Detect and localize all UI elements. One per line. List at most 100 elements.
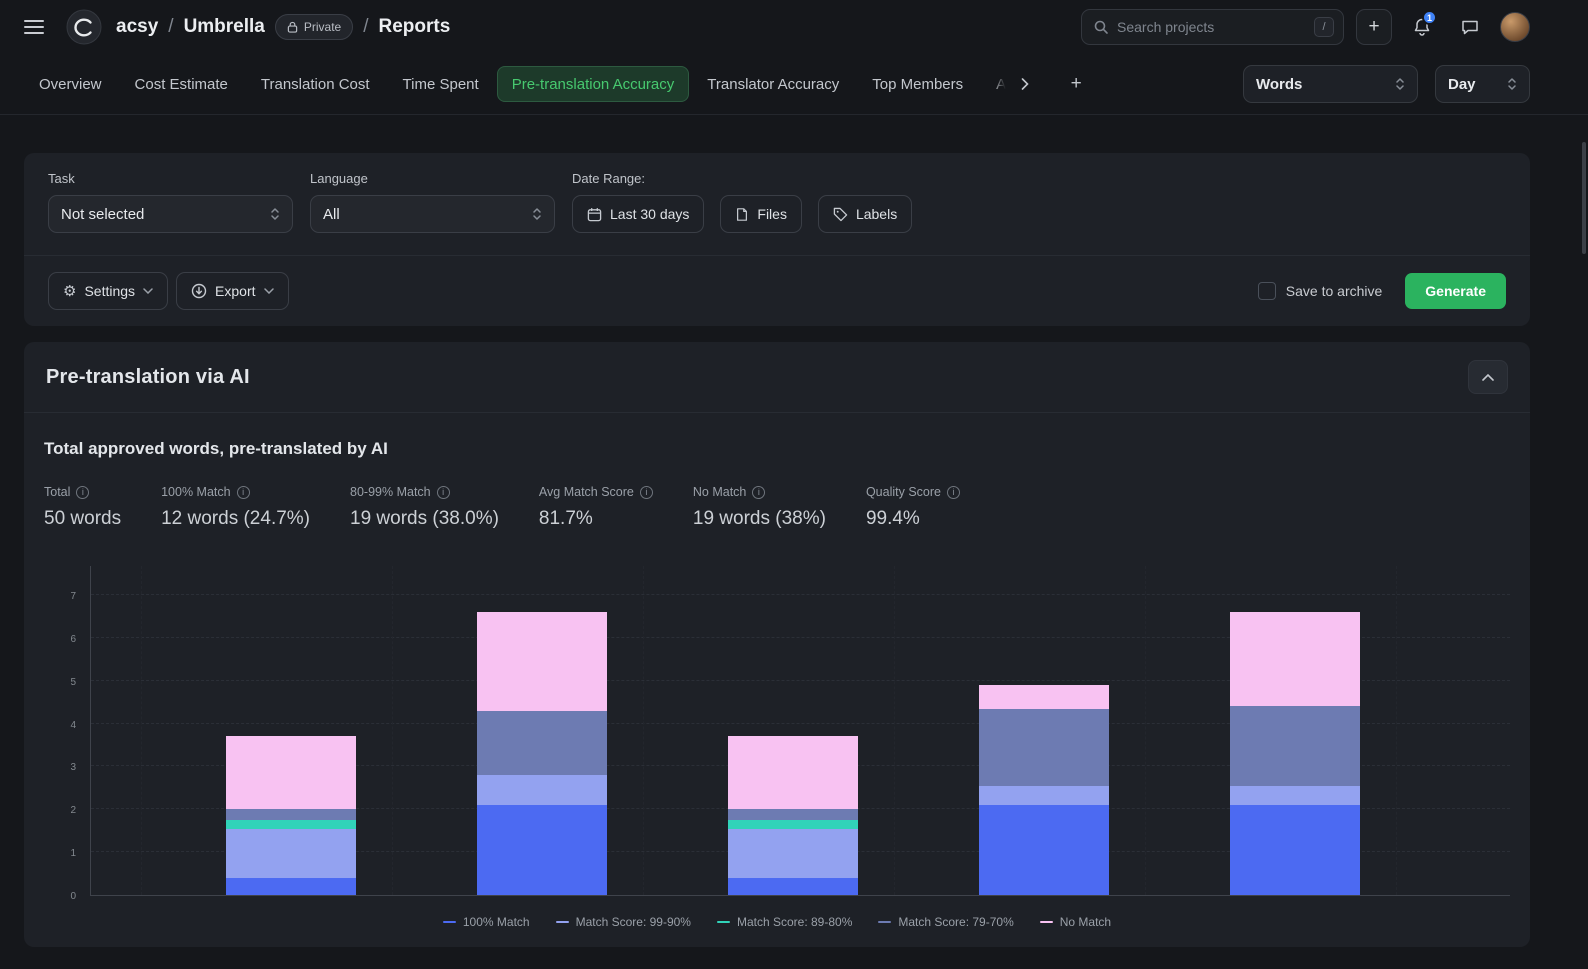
bar-segment bbox=[979, 685, 1109, 709]
labels-filter-button[interactable]: Labels bbox=[818, 195, 912, 233]
bar-segment bbox=[477, 805, 607, 895]
date-range-button[interactable]: Last 30 days bbox=[572, 195, 704, 233]
legend-dash bbox=[443, 921, 456, 923]
legend-item-match-99-90[interactable]: Match Score: 99-90% bbox=[556, 915, 691, 929]
bar-segment bbox=[1230, 706, 1360, 785]
gridline-vertical bbox=[141, 566, 142, 895]
hamburger-menu-button[interactable] bbox=[16, 9, 52, 45]
unit-select[interactable]: Words bbox=[1243, 65, 1418, 103]
breadcrumb-separator: / bbox=[363, 16, 368, 38]
bar-segment bbox=[477, 775, 607, 805]
y-tick-label: 2 bbox=[70, 805, 76, 816]
breadcrumb-project[interactable]: Umbrella bbox=[184, 16, 265, 38]
gridline-horizontal bbox=[91, 594, 1510, 595]
tab-truncated[interactable]: A bbox=[981, 66, 1007, 102]
collapse-card-button[interactable] bbox=[1468, 360, 1508, 394]
info-icon[interactable]: i bbox=[237, 486, 250, 499]
bar-segment bbox=[728, 820, 858, 829]
labels-button-label: Labels bbox=[856, 206, 897, 222]
tab-top-members[interactable]: Top Members bbox=[857, 66, 978, 102]
settings-button-label: Settings bbox=[84, 283, 135, 299]
legend-item-no-match[interactable]: No Match bbox=[1040, 915, 1111, 929]
tag-icon bbox=[833, 207, 848, 222]
stat-label: Quality Score bbox=[866, 485, 941, 499]
notifications-button[interactable]: 1 bbox=[1404, 9, 1440, 45]
gear-icon: ⚙ bbox=[63, 284, 76, 299]
gridline-vertical bbox=[1396, 566, 1397, 895]
breadcrumb-page: Reports bbox=[379, 16, 451, 38]
task-filter-group: Task Not selected bbox=[48, 171, 293, 233]
app-root: acsy / Umbrella Private / Reports bbox=[0, 0, 1588, 947]
search-icon bbox=[1093, 19, 1109, 35]
date-range-value: Last 30 days bbox=[610, 206, 689, 222]
tab-overview[interactable]: Overview bbox=[24, 66, 117, 102]
language-select[interactable]: All bbox=[310, 195, 555, 233]
bar-segment bbox=[728, 736, 858, 809]
stats-row: Totali 50 words 100% Matchi 12 words (24… bbox=[44, 485, 1510, 530]
info-icon[interactable]: i bbox=[640, 486, 653, 499]
unit-select-value: Words bbox=[1256, 76, 1302, 93]
y-tick-label: 7 bbox=[70, 591, 76, 602]
bar-segment bbox=[728, 878, 858, 895]
stat-100-match: 100% Matchi 12 words (24.7%) bbox=[161, 485, 310, 530]
messages-button[interactable] bbox=[1452, 9, 1488, 45]
hamburger-icon bbox=[24, 19, 44, 35]
settings-button[interactable]: ⚙ Settings bbox=[48, 272, 168, 310]
search-input[interactable] bbox=[1117, 19, 1306, 35]
scrollbar-thumb[interactable] bbox=[1582, 142, 1586, 254]
filter-divider bbox=[24, 255, 1530, 256]
legend-label: Match Score: 89-80% bbox=[737, 915, 852, 929]
tabs-scroll-right-button[interactable] bbox=[1010, 68, 1040, 100]
generate-button[interactable]: Generate bbox=[1405, 273, 1506, 309]
legend-label: 100% Match bbox=[463, 915, 530, 929]
save-to-archive-label[interactable]: Save to archive bbox=[1286, 283, 1383, 299]
files-filter-button[interactable]: Files bbox=[720, 195, 802, 233]
bar-segment bbox=[979, 786, 1109, 805]
gridline-vertical bbox=[392, 566, 393, 895]
tab-translator-accuracy[interactable]: Translator Accuracy bbox=[692, 66, 854, 102]
legend-item-100-match[interactable]: 100% Match bbox=[443, 915, 530, 929]
gridline-vertical bbox=[643, 566, 644, 895]
breadcrumb-org[interactable]: acsy bbox=[116, 16, 158, 38]
bar-segment bbox=[226, 736, 356, 809]
bar-segment bbox=[979, 805, 1109, 895]
bar-segment bbox=[477, 711, 607, 775]
period-select-value: Day bbox=[1448, 76, 1476, 93]
add-report-tab-button[interactable]: + bbox=[1061, 68, 1091, 100]
info-icon[interactable]: i bbox=[947, 486, 960, 499]
section-title: Total approved words, pre-translated by … bbox=[44, 439, 1510, 459]
tab-time-spent[interactable]: Time Spent bbox=[388, 66, 494, 102]
legend-item-match-89-80[interactable]: Match Score: 89-80% bbox=[717, 915, 852, 929]
legend-label: No Match bbox=[1060, 915, 1111, 929]
chat-icon bbox=[1460, 17, 1480, 37]
legend-item-match-79-70[interactable]: Match Score: 79-70% bbox=[878, 915, 1013, 929]
stat-label: 80-99% Match bbox=[350, 485, 431, 499]
calendar-icon bbox=[587, 207, 602, 222]
export-button[interactable]: Export bbox=[176, 272, 288, 310]
create-new-button[interactable]: + bbox=[1356, 9, 1392, 45]
language-filter-group: Language All bbox=[310, 171, 555, 233]
info-icon[interactable]: i bbox=[76, 486, 89, 499]
legend-dash bbox=[878, 921, 891, 923]
tab-translation-cost[interactable]: Translation Cost bbox=[246, 66, 385, 102]
search-box[interactable]: / bbox=[1081, 9, 1344, 45]
report-card: Pre-translation via AI Total approved wo… bbox=[24, 342, 1530, 947]
stat-label: Total bbox=[44, 485, 70, 499]
save-to-archive-checkbox[interactable] bbox=[1258, 282, 1276, 300]
task-select[interactable]: Not selected bbox=[48, 195, 293, 233]
app-logo[interactable] bbox=[66, 9, 102, 45]
stat-avg-match-score: Avg Match Scorei 81.7% bbox=[539, 485, 653, 530]
user-avatar[interactable] bbox=[1500, 12, 1530, 42]
select-arrows-icon bbox=[270, 206, 280, 222]
stat-value: 50 words bbox=[44, 508, 121, 530]
chevron-up-icon bbox=[1482, 374, 1494, 381]
tab-cost-estimate[interactable]: Cost Estimate bbox=[120, 66, 243, 102]
info-icon[interactable]: i bbox=[437, 486, 450, 499]
tab-pre-translation-accuracy[interactable]: Pre-translation Accuracy bbox=[497, 66, 690, 102]
stat-no-match: No Matchi 19 words (38%) bbox=[693, 485, 826, 530]
task-select-value: Not selected bbox=[61, 206, 144, 223]
period-select[interactable]: Day bbox=[1435, 65, 1530, 103]
legend-dash bbox=[1040, 921, 1053, 923]
stat-label: 100% Match bbox=[161, 485, 230, 499]
info-icon[interactable]: i bbox=[752, 486, 765, 499]
